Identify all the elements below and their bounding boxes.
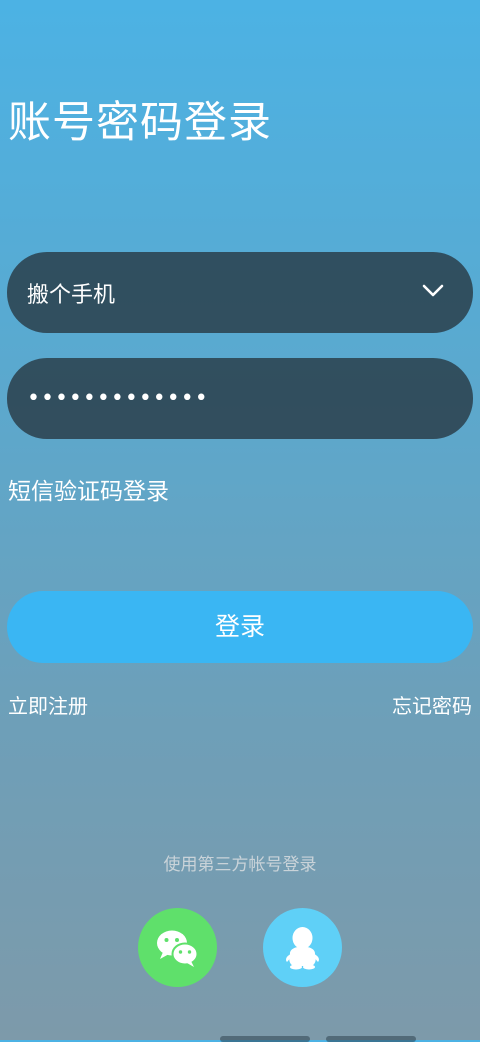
chevron-down-icon[interactable] <box>421 278 445 302</box>
forgot-password-link[interactable]: 忘记密码 <box>392 690 472 719</box>
bottom-bar-segment <box>326 1036 416 1042</box>
sms-login-link[interactable]: 短信验证码登录 <box>8 472 169 506</box>
page-title: 账号密码登录 <box>8 98 272 148</box>
third-party-login-label: 使用第三方帐号登录 <box>163 855 317 875</box>
login-button[interactable]: 登录 <box>7 591 473 663</box>
qq-login-button[interactable] <box>263 908 342 987</box>
qq-penguin-icon <box>286 927 319 970</box>
account-input[interactable] <box>27 252 407 333</box>
wechat-icon <box>157 930 199 967</box>
register-link[interactable]: 立即注册 <box>8 690 88 719</box>
account-field[interactable] <box>7 252 473 333</box>
bottom-bar-segment <box>220 1036 310 1042</box>
password-input[interactable] <box>27 358 407 439</box>
wechat-login-button[interactable] <box>138 908 217 987</box>
password-field[interactable] <box>7 358 473 439</box>
